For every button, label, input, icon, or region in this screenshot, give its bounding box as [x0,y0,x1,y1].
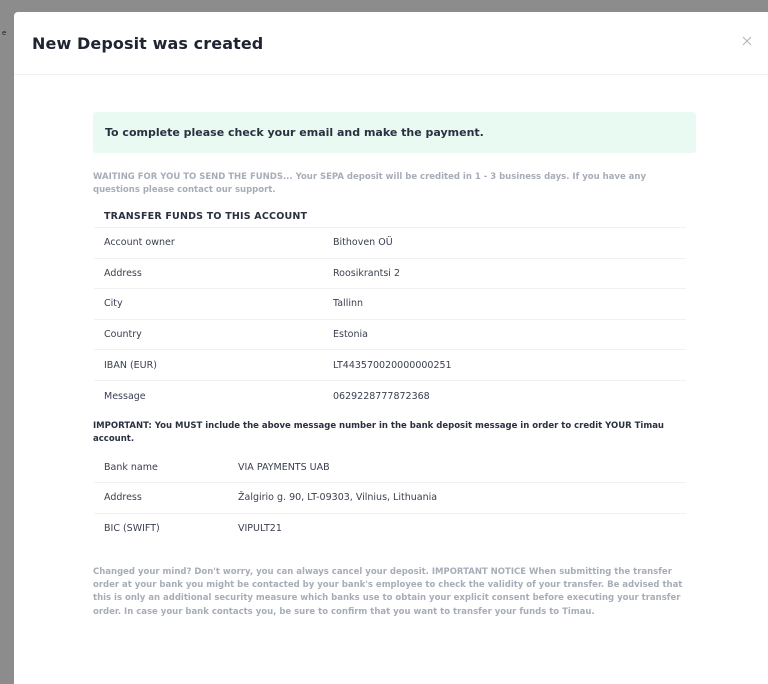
transfer-section-title: TRANSFER FUNDS TO THIS ACCOUNT [104,211,308,222]
row-label: Message [104,390,146,402]
row-value: Tallinn [333,298,364,310]
table-row: Message 0629228777872368 [94,380,686,411]
table-row: Country Estonia [94,319,686,350]
bank-details-table: Bank name VIA PAYMENTS UAB Address Žalgi… [94,452,686,544]
row-label: Country [104,329,142,341]
row-label: BIC (SWIFT) [104,523,160,535]
row-label: Account owner [104,237,175,249]
row-label: IBAN (EUR) [104,359,157,371]
cancel-notice: Changed your mind? Don't worry, you can … [93,566,683,617]
row-value: Roosikrantsi 2 [333,267,401,279]
table-row: Bank name VIA PAYMENTS UAB [94,452,686,483]
table-row: City Tallinn [94,288,686,320]
row-label: Bank name [104,461,158,473]
backdrop-text: e [2,29,7,37]
row-value: Estonia [333,329,368,341]
deposit-modal: New Deposit was created To complete plea… [14,12,768,684]
success-alert: To complete please check your email and … [93,112,696,153]
table-row: Address Žalgirio g. 90, LT-09303, Vilniu… [94,482,686,514]
row-value: VIA PAYMENTS UAB [238,461,330,473]
close-icon [742,36,752,46]
account-details-table: Account owner Bithoven OÜ Address Roosik… [94,227,686,411]
row-label: City [104,298,123,310]
table-row: BIC (SWIFT) VIPULT21 [94,513,686,544]
waiting-message: WAITING FOR YOU TO SEND THE FUNDS... You… [93,172,647,195]
row-value: VIPULT21 [238,523,282,535]
modal-title: New Deposit was created [32,34,264,53]
row-value: Bithoven OÜ [333,237,393,249]
row-value: 0629228777872368 [333,390,430,402]
important-message: IMPORTANT: You MUST include the above me… [93,421,664,445]
row-label: Address [104,492,142,504]
row-value: Žalgirio g. 90, LT-09303, Vilnius, Lithu… [238,492,438,504]
modal-body: To complete please check your email and … [93,112,696,619]
row-value: LT443570020000000251 [333,359,452,371]
table-row: IBAN (EUR) LT443570020000000251 [94,349,686,381]
row-label: Address [104,267,142,279]
modal-header: New Deposit was created [14,12,768,75]
table-row: Address Roosikrantsi 2 [94,258,686,289]
table-row: Account owner Bithoven OÜ [94,227,686,259]
close-button[interactable] [740,34,754,48]
